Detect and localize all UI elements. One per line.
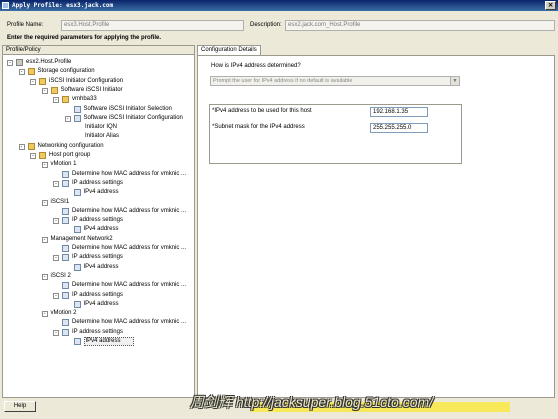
- prop-icon: [62, 245, 69, 252]
- close-button[interactable]: ×: [545, 1, 556, 10]
- tree-item-label: vMotion 2: [50, 310, 77, 317]
- tree-item-label: IPv4 address: [83, 189, 119, 196]
- profile-icon: [16, 59, 23, 66]
- title-bar: Apply Profile: esx3.jack.com ×: [0, 0, 558, 11]
- collapse-icon[interactable]: -: [7, 60, 13, 66]
- tree-item-label: IP address settings: [72, 328, 123, 335]
- collapse-icon[interactable]: -: [53, 97, 59, 104]
- prop-icon: [73, 105, 81, 113]
- tree-item-label: Software iSCSI Initiator Selection: [83, 105, 172, 112]
- instruction-text: Enter the required parameters for applyi…: [7, 35, 162, 41]
- tree-item-label: Determine how MAC address for vmknic ...: [72, 319, 187, 326]
- tree-item-label: Networking configuration: [37, 142, 104, 149]
- help-button[interactable]: Help: [4, 401, 36, 412]
- prop-icon: [62, 328, 69, 336]
- prop-icon: [73, 114, 81, 122]
- collapse-icon[interactable]: -: [41, 311, 48, 318]
- profile-tree-pane: Profile/Policy - esx2.Host.Profile - Storag…: [2, 45, 195, 398]
- prop-icon: [62, 282, 69, 290]
- tree-item-label: Management Network2: [50, 235, 113, 242]
- ipv4-method-dropdown[interactable]: Prompt the user for IPv4 address if no d…: [210, 76, 460, 86]
- collapse-icon[interactable]: -: [64, 115, 71, 122]
- collapse-icon[interactable]: -: [18, 143, 25, 150]
- collapse-icon[interactable]: -: [41, 273, 48, 280]
- tree-item-label: Host port group: [49, 152, 91, 158]
- collapse-icon[interactable]: -: [53, 218, 59, 225]
- tree-item-label: esx2.Host.Profile: [26, 59, 72, 65]
- prop-icon: [62, 254, 69, 262]
- tree-item-label: Determine how MAC address for vmknic ...: [72, 170, 187, 177]
- subnet-mask-label: *Subnet mask for the IPv4 address: [212, 124, 305, 130]
- tree-item-label: IPv4 address: [83, 263, 119, 270]
- configuration-details-body: How is IPv4 address determined? Prompt t…: [197, 55, 555, 398]
- ipv4-question: How is IPv4 address determined?: [211, 63, 301, 69]
- tree-item-label: Determine how MAC address for vmknic ...: [72, 207, 187, 214]
- tree-item-label: IP address settings: [72, 179, 123, 186]
- description-label: Description:: [250, 22, 282, 28]
- details-pane: Configuration Details How is IPv4 addres…: [197, 45, 555, 398]
- tree-item-label: Initiator IQN: [85, 124, 118, 131]
- collapse-icon[interactable]: -: [41, 162, 48, 169]
- folder-icon: [62, 96, 69, 104]
- prop-icon: [73, 263, 81, 271]
- prop-icon: [62, 170, 69, 178]
- prop-icon: [62, 207, 69, 215]
- tree-item-label: Software iSCSI Initiator: [60, 86, 123, 93]
- folder-icon: [27, 68, 35, 76]
- folder-icon: [39, 152, 46, 159]
- watermark-text: 周剑辉 http://jacksuper.blog.51cto.com/: [190, 394, 434, 410]
- prop-icon: [62, 319, 69, 327]
- tree-item-label: IPv4 address: [83, 300, 119, 307]
- collapse-icon[interactable]: -: [30, 153, 36, 159]
- tree-item-label: IP address settings: [72, 291, 123, 298]
- description-field[interactable]: esx2.jack.com_Host.Profile: [285, 20, 555, 31]
- prop-icon: [73, 226, 81, 234]
- prop-icon: [62, 179, 69, 187]
- collapse-icon[interactable]: -: [41, 236, 48, 243]
- collapse-icon[interactable]: -: [53, 180, 59, 187]
- prop-icon: [62, 291, 69, 299]
- tree-item-label: vMotion 1: [50, 161, 77, 168]
- prop-icon: [73, 189, 81, 197]
- collapse-icon[interactable]: -: [41, 87, 48, 94]
- prop-icon: [62, 217, 69, 225]
- app-icon: [2, 2, 9, 9]
- ipv4-address-label: *IPv4 address to be used for this host: [212, 108, 312, 114]
- collapse-icon[interactable]: -: [53, 292, 59, 299]
- tree-item-label: Determine how MAC address for vmknic ...: [72, 245, 187, 251]
- tree-item-label: iSCSI1: [50, 198, 70, 205]
- tree-item-label: Software iSCSI Initiator Configuration: [83, 114, 183, 121]
- tree-item-label: Initiator Alias: [85, 133, 120, 140]
- tree-item-label: Determine how MAC address for vmknic ...: [72, 282, 187, 289]
- prop-icon: [73, 300, 81, 308]
- ipv4-method-value: Prompt the user for IPv4 address if no d…: [213, 78, 353, 84]
- tab-configuration-details[interactable]: Configuration Details: [197, 45, 261, 55]
- collapse-icon[interactable]: -: [41, 199, 48, 206]
- profile-name-label: Profile Name:: [7, 22, 44, 28]
- tree-item-label: iSCSI Initiator Configuration: [49, 77, 124, 84]
- profile-header: Profile Name: esx3.Host.Profile Descript…: [0, 11, 558, 44]
- window-title: Apply Profile: esx3.jack.com: [12, 2, 114, 9]
- collapse-icon[interactable]: -: [53, 329, 59, 336]
- tree-header: Profile/Policy: [3, 46, 194, 55]
- ipv4-address-input[interactable]: 192.168.1.35: [370, 107, 428, 117]
- tree-item-label: IPv4 address: [83, 226, 119, 233]
- folder-icon: [50, 86, 58, 94]
- tree-item-label: IP address settings: [72, 217, 123, 224]
- collapse-icon[interactable]: -: [18, 69, 25, 76]
- prop-icon: [73, 338, 81, 345]
- tree-item-label: IPv4 address: [83, 337, 134, 346]
- chevron-down-icon[interactable]: ▼: [450, 77, 459, 85]
- tree-item-label: Storage configuration: [37, 68, 95, 75]
- folder-icon: [27, 142, 35, 150]
- ipv4-settings-group: *IPv4 address to be used for this host 1…: [209, 104, 462, 164]
- subnet-mask-input[interactable]: 255.255.255.0: [370, 123, 428, 133]
- profile-name-field[interactable]: esx3.Host.Profile: [61, 20, 244, 31]
- tree-item-label: vmhba33: [72, 96, 97, 103]
- tree-item-label: IP address settings: [72, 254, 123, 261]
- collapse-icon[interactable]: -: [30, 78, 36, 85]
- collapse-icon[interactable]: -: [53, 255, 59, 262]
- tree-item-label: iSCSI 2: [50, 272, 71, 279]
- folder-icon: [39, 77, 46, 85]
